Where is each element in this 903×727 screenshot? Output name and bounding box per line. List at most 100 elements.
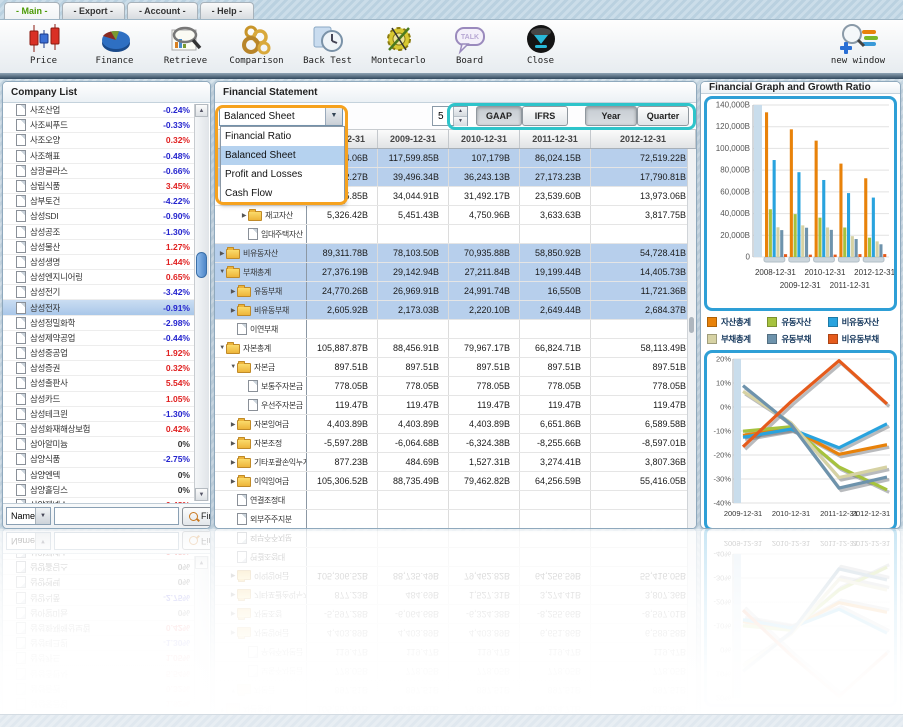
table-row[interactable]: ▶재고자산5,326.42B5,451.43B4,750.96B3,633.63…	[215, 206, 696, 225]
table-row[interactable]: ▶비유동자산89,311.78B78,103.50B70,935.88B58,8…	[215, 244, 696, 263]
spinner-up-icon[interactable]: ▲	[454, 107, 467, 116]
search-input[interactable]	[54, 507, 179, 525]
company-item[interactable]: 삼성SDI-0.90%	[3, 209, 195, 224]
company-item[interactable]: 삼성엔지니어링0.65%	[3, 270, 195, 285]
table-row[interactable]: ▶이익잉여금105,306.52B88,735.49B79,462.82B64,…	[215, 472, 696, 491]
scroll-up-icon[interactable]: ▲	[195, 104, 208, 117]
dropdown-option[interactable]: Cash Flow	[221, 184, 344, 203]
table-scrollbar-thumb[interactable]	[689, 317, 694, 333]
company-item[interactable]: 삼양홀딩스0%	[3, 483, 195, 498]
montecarlo-button[interactable]: Montecarlo	[363, 22, 434, 66]
scrollbar-thumb[interactable]	[196, 252, 207, 278]
company-item[interactable]: 삼성공조-1.30%	[3, 225, 195, 240]
menu-tab-export[interactable]: - Export -	[62, 2, 126, 19]
back-test-button[interactable]: Back Test	[292, 22, 363, 66]
dropdown-option[interactable]: Profit and Losses	[221, 165, 344, 184]
tree-expander-icon[interactable]: ▶	[240, 212, 248, 219]
comparison-button[interactable]: Comparison	[221, 22, 292, 66]
tree-expander-icon[interactable]: ▼	[218, 269, 226, 275]
company-item[interactable]: 삼성전자-0.91%	[3, 300, 195, 315]
table-row[interactable]: ▶자본조정-5,597.28B-6,064.68B-6,324.38B-8,25…	[215, 434, 696, 453]
tree-expander-icon[interactable]: ▶	[229, 459, 237, 466]
find-button[interactable]: Find	[182, 507, 211, 526]
column-header[interactable]: 2009-12-31	[378, 130, 449, 148]
column-header[interactable]: 2010-12-31	[449, 130, 520, 148]
gaap-button[interactable]: GAAP	[476, 106, 522, 126]
company-item[interactable]: 삼성정밀화학-2.98%	[3, 316, 195, 331]
table-row[interactable]: ▶자본잉여금4,403.89B4,403.89B4,403.89B6,651.8…	[215, 415, 696, 434]
company-item[interactable]: 삼양식품-2.75%	[3, 452, 195, 467]
company-item[interactable]: 삼성물산1.27%	[3, 240, 195, 255]
tree-expander-icon[interactable]: ▼	[218, 345, 226, 351]
company-item[interactable]: 사조산업-0.24%	[3, 103, 195, 118]
table-row[interactable]: ▼부채총계27,376.19B29,142.94B27,211.84B19,19…	[215, 263, 696, 282]
table-row[interactable]: ▶기타포괄손익누계액877.23B484.69B1,527.31B3,274.4…	[215, 453, 696, 472]
company-item[interactable]: 사조씨푸드-0.33%	[3, 118, 195, 133]
column-header[interactable]: 2011-12-31	[520, 130, 591, 148]
company-item[interactable]: 삼성전기-3.42%	[3, 285, 195, 300]
tree-expander-icon[interactable]: ▶	[229, 421, 237, 428]
dropdown-option[interactable]: Balanced Sheet	[221, 146, 344, 165]
period-count-spinner[interactable]: 5 ▲ ▼	[432, 106, 468, 126]
menu-tab-main[interactable]: - Main -	[4, 2, 60, 19]
table-row[interactable]: 보통주자본금778.05B778.05B778.05B778.05B778.05…	[215, 377, 696, 396]
company-item[interactable]: 삼성제약공업-0.44%	[3, 331, 195, 346]
quarter-button[interactable]: Quarter	[637, 106, 689, 126]
company-item[interactable]: 삼성출판사5.54%	[3, 376, 195, 391]
table-row[interactable]: ▶유동부채24,770.26B26,969.91B24,991.74B16,55…	[215, 282, 696, 301]
menu-tab-help[interactable]: - Help -	[200, 2, 255, 19]
tree-expander-icon[interactable]: ▼	[229, 364, 237, 370]
retrieve-button[interactable]: Retrieve	[150, 22, 221, 66]
company-item[interactable]: 삼아알미늄0%	[3, 437, 195, 452]
table-row[interactable]: 임대주택자산	[215, 225, 696, 244]
table-row[interactable]: 연결조정대	[215, 491, 696, 510]
value-cell: 34,044.91B	[378, 187, 449, 205]
value-cell: 897.51B	[520, 358, 591, 376]
company-item[interactable]: 삼성화재해상보험0.42%	[3, 422, 195, 437]
company-item[interactable]: 사조해표-0.48%	[3, 149, 195, 164]
company-list-scrollbar[interactable]: ▲ ▼	[194, 104, 209, 501]
company-item[interactable]: 삼성생명1.44%	[3, 255, 195, 270]
board-button[interactable]: TALKBoard	[434, 22, 505, 66]
workspace: Company List 사조산업-0.24%사조씨푸드-0.33%사조오양0.…	[0, 79, 903, 531]
dropdown-option[interactable]: Financial Ratio	[221, 127, 344, 146]
legend-swatch	[707, 317, 717, 327]
company-item[interactable]: 사조오양0.32%	[3, 133, 195, 148]
scroll-down-icon[interactable]: ▼	[195, 488, 208, 501]
table-row[interactable]: 우선주자본금119.47B119.47B119.47B119.47B119.47…	[215, 396, 696, 415]
tree-expander-icon[interactable]: ▶	[229, 440, 237, 447]
ifrs-button[interactable]: IFRS	[522, 106, 568, 126]
close-button[interactable]: Close	[505, 22, 576, 66]
statement-type-dropdown[interactable]: Balanced Sheet ▼	[219, 106, 343, 126]
price-button[interactable]: Price	[8, 22, 79, 66]
company-item[interactable]: 삼광글라스-0.66%	[3, 164, 195, 179]
table-scrollbar[interactable]	[687, 149, 696, 528]
search-field-select[interactable]: Name ▼	[6, 507, 51, 525]
company-item[interactable]: 삼성테크윈-1.30%	[3, 407, 195, 422]
company-item[interactable]: 삼부토건-4.22%	[3, 194, 195, 209]
company-item[interactable]: 삼성증권0.32%	[3, 361, 195, 376]
menu-tab-account[interactable]: - Account -	[127, 2, 198, 19]
table-row[interactable]: ▼자본금897.51B897.51B897.51B897.51B897.51B	[215, 358, 696, 377]
value-cell: 4,750.96B	[449, 206, 520, 224]
company-item[interactable]: 삼성카드1.05%	[3, 392, 195, 407]
tree-expander-icon[interactable]: ▶	[229, 478, 237, 485]
table-row[interactable]: 이연부채	[215, 320, 696, 339]
year-button[interactable]: Year	[585, 106, 637, 126]
tree-expander-icon[interactable]: ▶	[229, 307, 237, 314]
table-row[interactable]: 외부주주지분	[215, 510, 696, 528]
tree-expander-icon[interactable]: ▶	[229, 288, 237, 295]
table-row[interactable]: ▼자본총계105,887.87B88,456.91B79,967.17B66,8…	[215, 339, 696, 358]
new-window-button[interactable]: new window	[819, 22, 897, 66]
company-item[interactable]: 삼양엔텍0%	[3, 468, 195, 483]
company-item[interactable]: 삼립식품3.45%	[3, 179, 195, 194]
magnifier-icon	[189, 512, 198, 521]
company-item[interactable]: 삼성중공업1.92%	[3, 346, 195, 361]
table-row[interactable]: ▶비유동부채2,605.92B2,173.03B2,220.10B2,649.4…	[215, 301, 696, 320]
finance-button[interactable]: Finance	[79, 22, 150, 66]
company-name: 삼성공조	[30, 226, 60, 238]
spinner-down-icon[interactable]: ▼	[454, 116, 467, 126]
tree-expander-icon[interactable]: ▶	[218, 250, 226, 257]
company-name: 삼성전자	[30, 302, 60, 314]
column-header[interactable]: 2012-12-31	[591, 130, 696, 148]
